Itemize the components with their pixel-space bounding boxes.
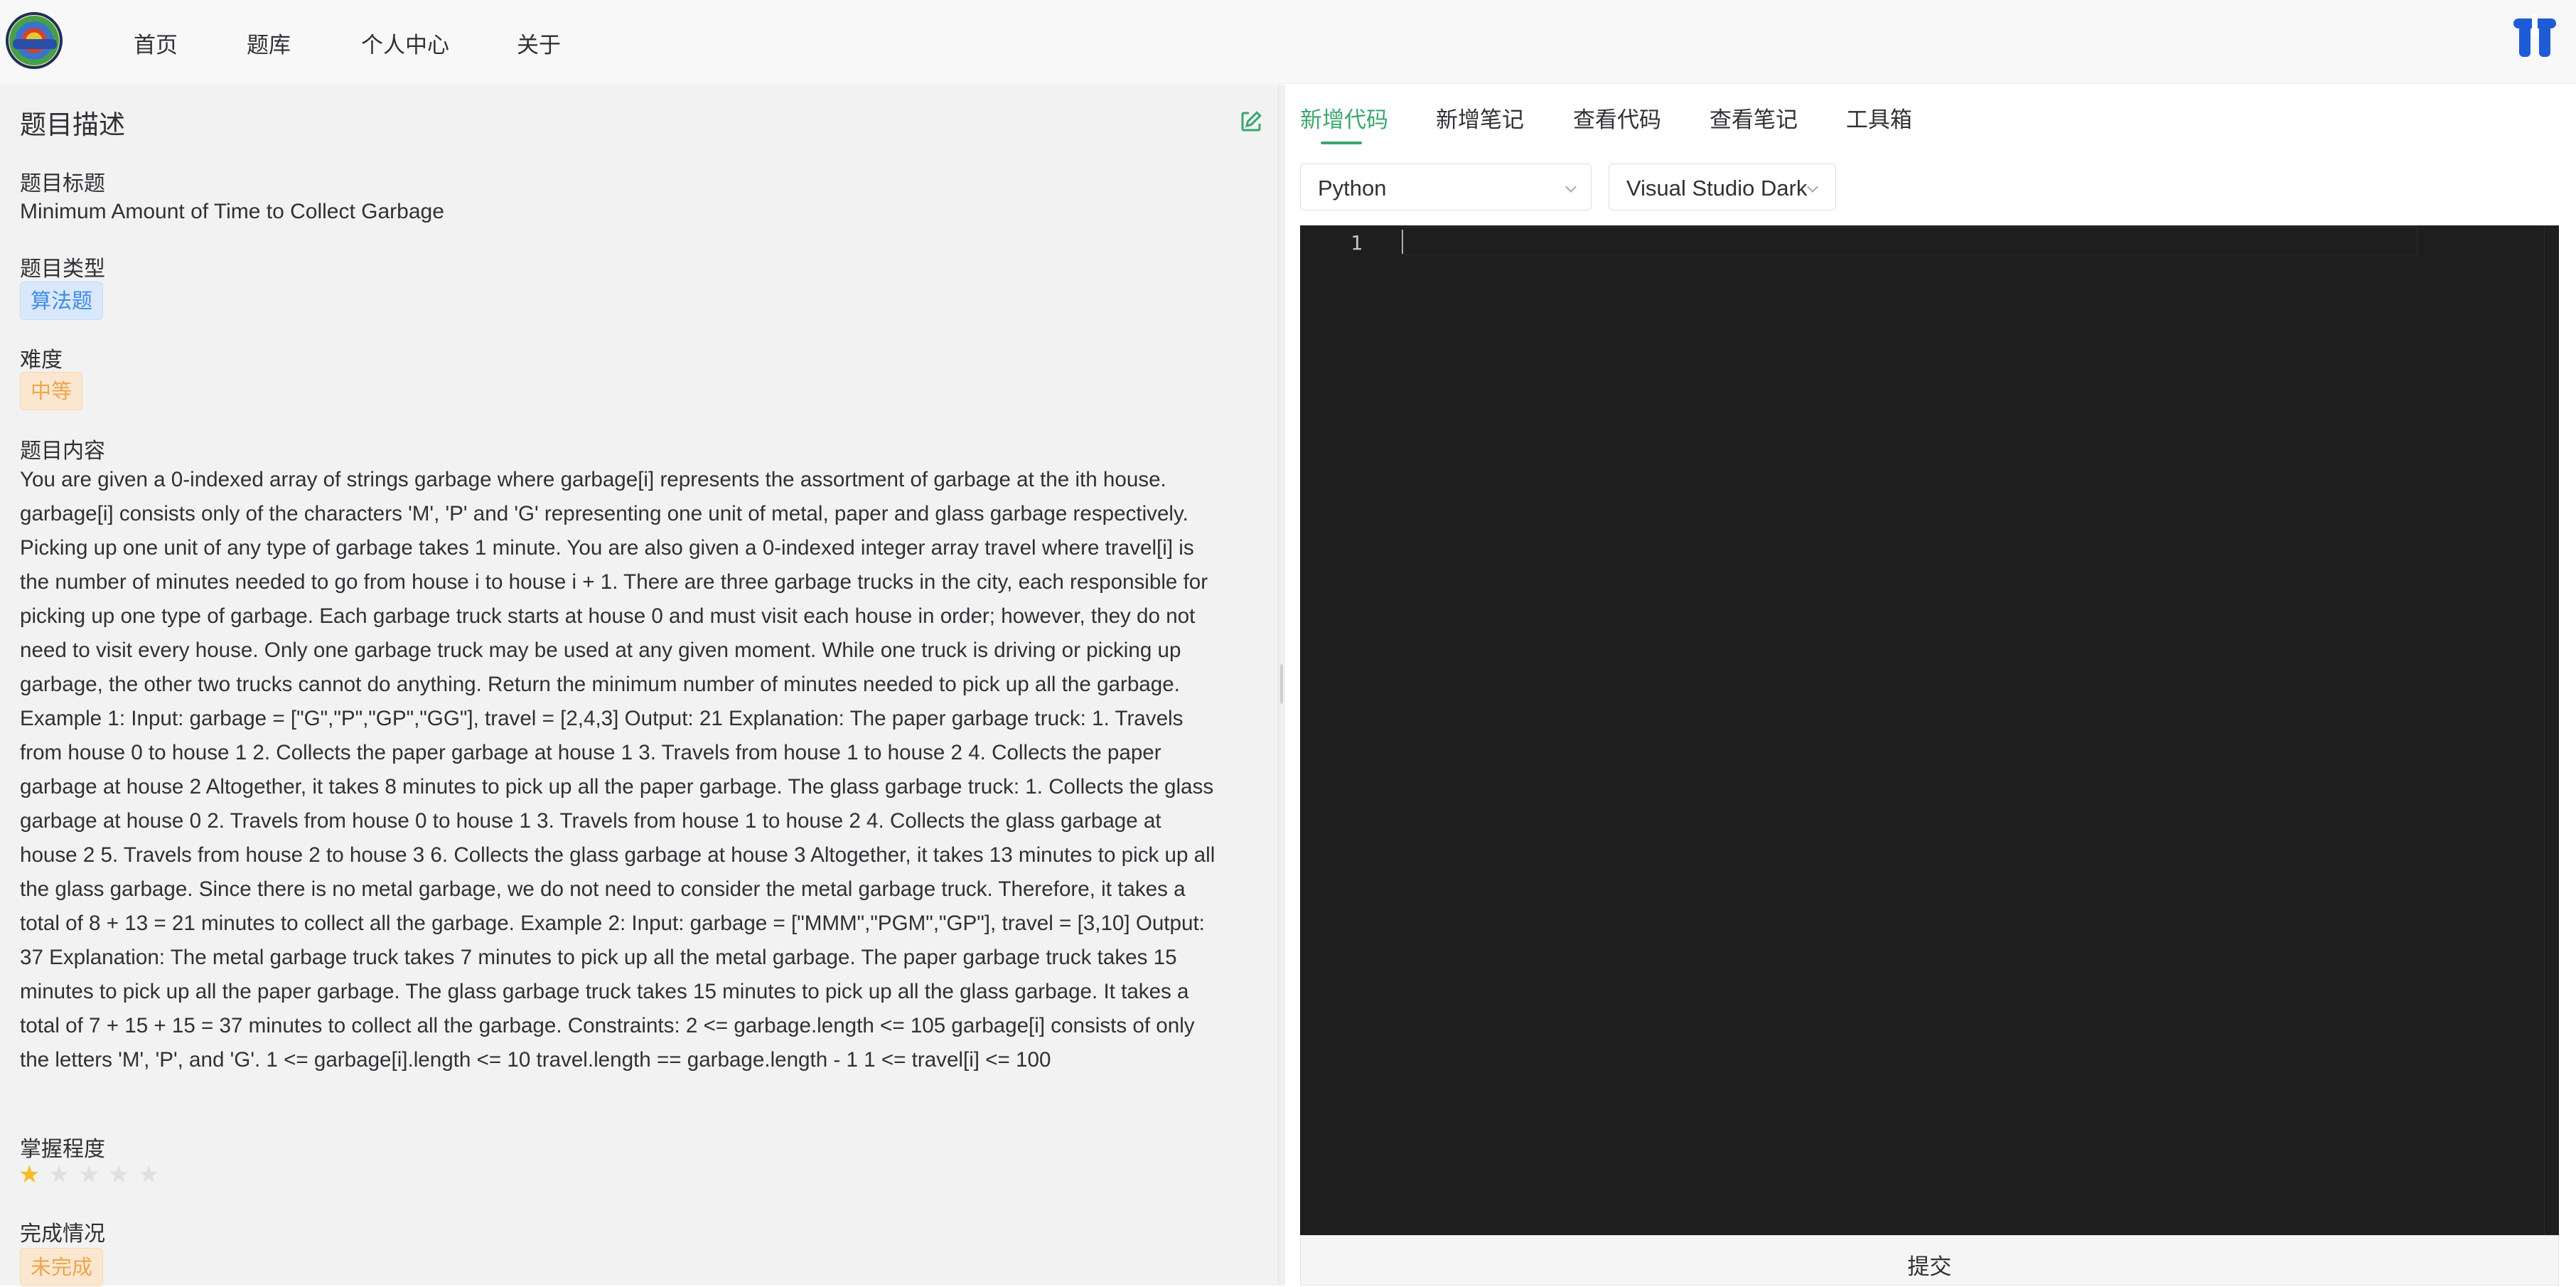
problem-content: You are given a 0-indexed array of strin… <box>20 468 1215 1072</box>
splitter-grip[interactable] <box>1280 664 1283 704</box>
active-tab-indicator <box>1321 141 1362 144</box>
top-navbar: 首页 题库 个人中心 关于 <box>0 0 2576 84</box>
star-icon[interactable]: ★ <box>18 1160 43 1189</box>
problem-description-panel: 题目描述 题目标题 Minimum Amount of Time to Coll… <box>0 85 1278 1286</box>
text-cursor <box>1402 230 1403 254</box>
status-label: 完成情况 <box>20 1222 105 1246</box>
tab-toolbox[interactable]: 工具箱 <box>1846 102 1912 134</box>
title-label: 题目标题 <box>20 172 105 196</box>
tab-new-code[interactable]: 新增代码 <box>1300 102 1388 134</box>
submit-button[interactable]: 提交 <box>1300 1235 2559 1286</box>
language-select[interactable]: Python <box>1300 164 1592 210</box>
theme-value: Visual Studio Dark <box>1626 176 1808 201</box>
chevron-down-icon <box>1807 181 1818 193</box>
star-icon[interactable]: ★ <box>48 1160 73 1189</box>
difficulty-label: 难度 <box>20 348 63 372</box>
status-tag: 未完成 <box>20 1248 104 1286</box>
theme-select[interactable]: Visual Studio Dark <box>1609 164 1836 210</box>
panel-title: 题目描述 <box>20 110 125 139</box>
content-label: 题目内容 <box>20 439 105 463</box>
chevron-down-icon <box>1565 181 1577 193</box>
logo[interactable] <box>6 12 63 69</box>
difficulty-tag: 中等 <box>20 372 83 410</box>
mastery-rating[interactable]: ★ ★ ★ ★ ★ <box>18 1160 168 1189</box>
line-number: 1 <box>1351 231 1363 255</box>
nav-item-home[interactable]: 首页 <box>134 27 178 59</box>
nav-item-user-center[interactable]: 个人中心 <box>361 27 449 59</box>
code-editor[interactable]: 1 <box>1300 225 2559 1235</box>
type-label: 题目类型 <box>20 257 105 281</box>
nav-item-about[interactable]: 关于 <box>517 27 561 59</box>
language-value: Python <box>1318 176 1387 201</box>
nav-item-question-bank[interactable]: 题库 <box>247 27 291 59</box>
star-icon[interactable]: ★ <box>138 1160 162 1189</box>
star-icon[interactable]: ★ <box>78 1160 102 1189</box>
brand-icon[interactable] <box>2513 14 2556 57</box>
problem-title: Minimum Amount of Time to Collect Garbag… <box>20 200 444 223</box>
edit-icon[interactable] <box>1238 109 1264 134</box>
editor-scrollbar[interactable] <box>2544 225 2545 1235</box>
type-tag: 算法题 <box>20 282 104 320</box>
submit-label: 提交 <box>1907 1254 1952 1279</box>
current-line-highlight <box>1401 227 2417 255</box>
tab-new-note[interactable]: 新增笔记 <box>1436 102 1524 134</box>
star-icon[interactable]: ★ <box>108 1160 132 1189</box>
mastery-label: 掌握程度 <box>20 1138 105 1161</box>
tab-view-code[interactable]: 查看代码 <box>1573 102 1661 134</box>
tab-view-notes[interactable]: 查看笔记 <box>1710 102 1798 134</box>
code-panel: 新增代码 新增笔记 查看代码 查看笔记 工具箱 Python Visual St… <box>1285 85 2576 1286</box>
